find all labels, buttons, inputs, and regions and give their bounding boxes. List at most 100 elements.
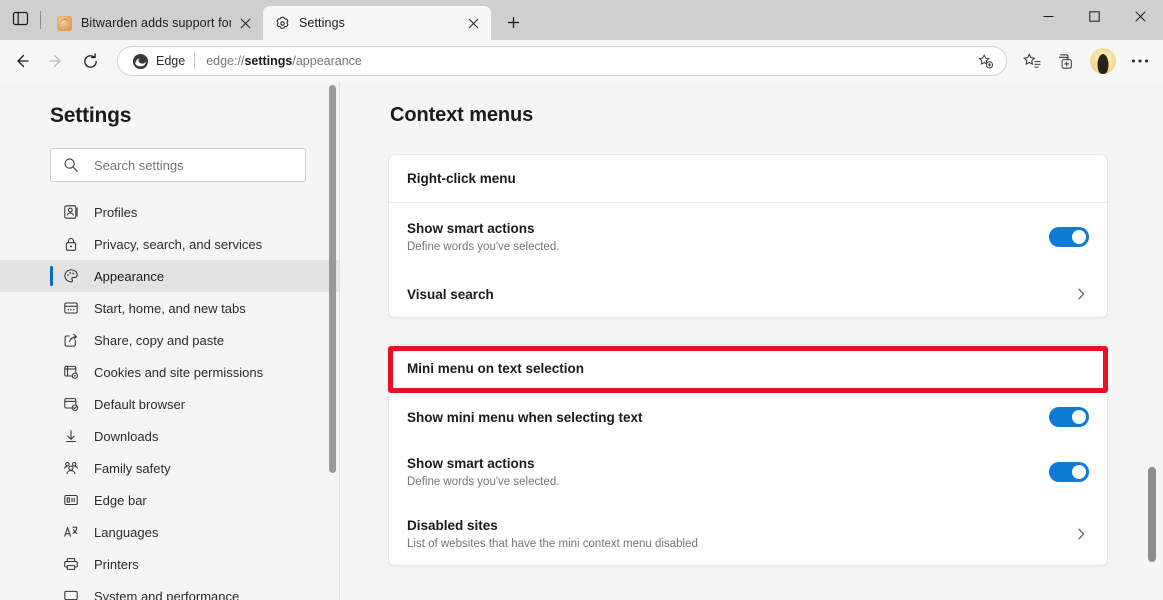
sidebar-item-languages[interactable]: Languages [0,516,340,548]
setting-row-disabled-sites[interactable]: Disabled sites List of websites that hav… [389,503,1107,565]
sidebar-item-label: Profiles [94,204,138,220]
right-click-menu-card: Right-click menu Show smart actions Defi… [388,154,1108,318]
search-placeholder: Search settings [94,157,184,173]
card-header-label: Right-click menu [407,171,516,186]
url-bold-segment: settings [244,54,293,68]
sidebar-scrollbar-thumb[interactable] [329,85,336,473]
tab-actions-icon [12,11,28,25]
sidebar-item-label: Languages [94,524,159,540]
more-options-button[interactable] [1123,44,1157,78]
system-icon [62,587,80,600]
sidebar-item-label: Printers [94,556,139,572]
sidebar-nav-list: Profiles Privacy, search, and services A… [0,196,340,600]
bitwarden-favicon [56,15,72,31]
setting-title: Show mini menu when selecting text [407,409,643,425]
address-bar[interactable]: Edge edge://settings/appearance [117,46,1007,76]
maximize-button[interactable] [1071,0,1117,32]
new-tab-button[interactable] [497,6,529,38]
close-icon [1134,10,1146,22]
sidebar-item-start-home[interactable]: Start, home, and new tabs [0,292,340,324]
setting-description: Define words you've selected. [407,476,560,488]
setting-row-show-smart-actions[interactable]: Show smart actions Define words you've s… [389,203,1107,271]
tabstrip-divider [40,11,41,29]
sidebar-item-system-performance[interactable]: System and performance [0,580,340,600]
tab-title: Settings [299,16,345,30]
setting-description: List of websites that have the mini cont… [407,538,698,550]
toggle-show-mini-menu[interactable] [1049,407,1089,427]
card-header-mini-menu: Mini menu on text selection [389,345,1107,393]
gear-icon [274,15,290,31]
edge-logo-icon [132,53,149,70]
mini-menu-card: Mini menu on text selection Show mini me… [388,344,1108,566]
share-icon [62,331,80,349]
back-button[interactable] [5,44,39,78]
setting-row-visual-search[interactable]: Visual search [389,271,1107,317]
refresh-button[interactable] [73,44,107,78]
edge-bar-icon [62,491,80,509]
default-browser-icon [62,395,80,413]
main-scrollbar-thumb[interactable] [1148,467,1156,562]
sidebar-item-label: Share, copy and paste [94,332,225,348]
palette-icon [62,267,80,285]
more-options-icon [1131,59,1149,63]
minimize-button[interactable] [1025,0,1071,32]
url-prefix: edge:// [206,54,245,68]
close-icon[interactable] [461,11,485,35]
sidebar-item-edge-bar[interactable]: Edge bar [0,484,340,516]
url-suffix: /appearance [292,54,362,68]
tab-bitwarden[interactable]: Bitwarden adds support for Simp [45,6,263,40]
sidebar-item-share-copy-paste[interactable]: Share, copy and paste [0,324,340,356]
printer-icon [62,555,80,573]
setting-title: Show smart actions [407,456,535,471]
tab-actions-button[interactable] [0,0,40,40]
forward-arrow-icon [49,54,61,68]
chevron-right-icon [1073,286,1089,302]
setting-title: Disabled sites [407,518,498,533]
setting-title: Visual search [407,286,494,302]
collections-button[interactable] [1049,44,1083,78]
page-content: Settings Search settings Profiles Privac… [0,82,1163,600]
sidebar-item-downloads[interactable]: Downloads [0,420,340,452]
sidebar-item-label: Downloads [94,428,159,444]
profiles-icon [62,203,80,221]
sidebar-item-label: Cookies and site permissions [94,364,264,380]
sidebar-item-printers[interactable]: Printers [0,548,340,580]
toggle-show-smart-actions-mini[interactable] [1049,462,1089,482]
window-controls [1025,0,1163,32]
download-arrow-icon [62,427,80,445]
sidebar-item-label: Privacy, search, and services [94,236,263,252]
close-icon[interactable] [233,11,257,35]
languages-icon [62,523,80,541]
cookies-icon [62,363,80,381]
setting-row-show-mini-menu[interactable]: Show mini menu when selecting text [389,393,1107,441]
setting-title: Show smart actions [407,221,535,236]
omnibox-separator [194,53,196,69]
toggle-show-smart-actions[interactable] [1049,227,1089,247]
favorites-button[interactable] [1015,44,1049,78]
card-header-right-click-menu: Right-click menu [389,155,1107,203]
search-icon [64,158,78,172]
refresh-icon [83,52,97,68]
sidebar-item-label: Edge bar [94,492,147,508]
sidebar-item-profiles[interactable]: Profiles [0,196,340,228]
tab-title: Bitwarden adds support for Simp [81,16,231,30]
sidebar-item-label: Default browser [94,396,186,412]
sidebar-item-label: System and performance [94,588,240,600]
sidebar-item-cookies[interactable]: Cookies and site permissions [0,356,340,388]
search-settings-input[interactable]: Search settings [50,148,306,182]
forward-button[interactable] [39,44,73,78]
setting-row-show-smart-actions-mini[interactable]: Show smart actions Define words you've s… [389,441,1107,503]
close-button[interactable] [1117,0,1163,32]
page-title: Settings [50,104,132,127]
lock-icon [62,235,80,253]
tab-settings[interactable]: Settings [263,6,491,40]
sidebar-item-default-browser[interactable]: Default browser [0,388,340,420]
add-favorite-star-icon[interactable] [972,48,998,74]
profile-avatar[interactable] [1090,48,1116,74]
sidebar-item-privacy[interactable]: Privacy, search, and services [0,228,340,260]
section-heading: Context menus [390,104,534,126]
settings-main-pane: Context menus Right-click menu Show smar… [340,82,1163,600]
sidebar-item-family-safety[interactable]: Family safety [0,452,340,484]
sidebar-item-appearance[interactable]: Appearance [0,260,340,292]
toolbar-right-actions [1015,44,1163,78]
